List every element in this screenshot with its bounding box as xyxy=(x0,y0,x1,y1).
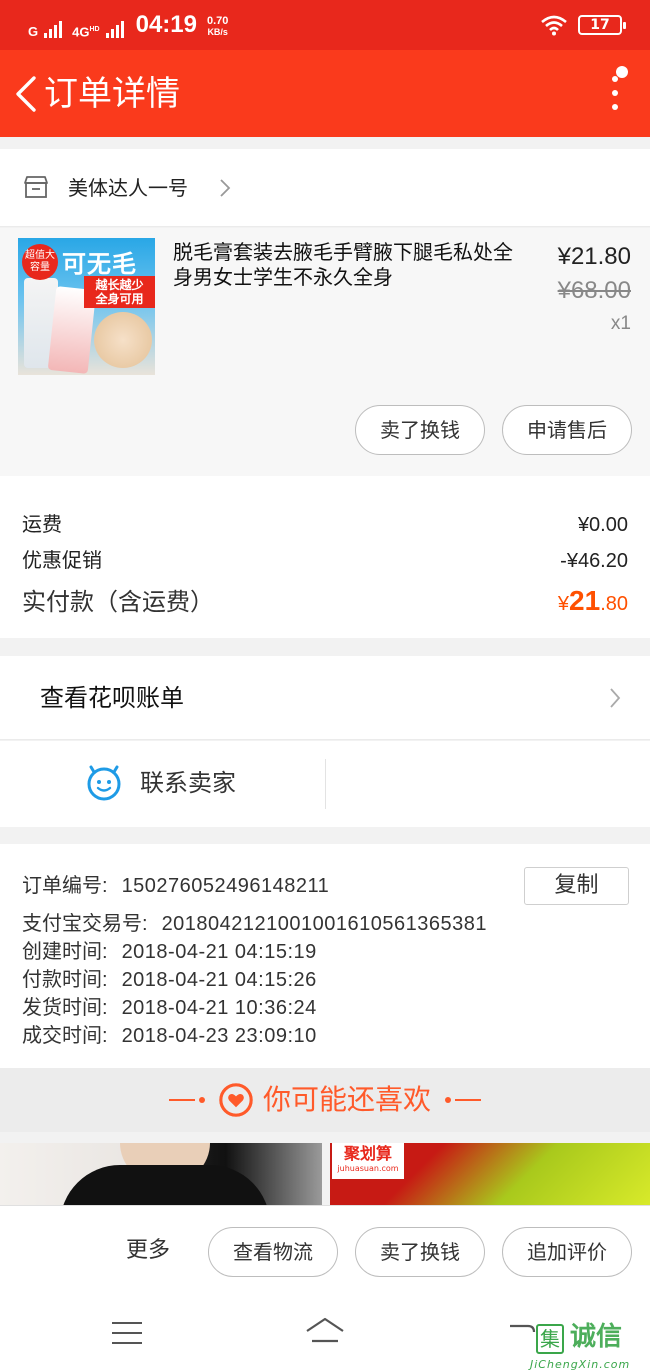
status-right: 17 xyxy=(540,14,626,36)
total-decimal: .80 xyxy=(600,593,628,615)
view-logistics-button[interactable]: 查看物流 xyxy=(208,1227,338,1277)
nav-bar: 订单详情 xyxy=(0,50,650,137)
juhuasuan-logo-text: 聚划算 xyxy=(343,1144,392,1163)
signal-1-label: G xyxy=(28,24,39,39)
shop-name[interactable]: 美体达人一号 xyxy=(68,175,188,201)
net-speed-unit: KB/s xyxy=(207,27,228,37)
discount-row: 优惠促销 -¥46.20 xyxy=(22,544,628,573)
recommend-header: 你可能还喜欢 xyxy=(0,1068,650,1132)
shipped-time-label: 发货时间: xyxy=(22,997,108,1019)
chevron-right-icon xyxy=(220,179,231,197)
alipay-trade-row: 支付宝交易号: 2018042121001001610561365381 xyxy=(22,910,487,938)
notification-dot xyxy=(616,66,628,78)
paid-time-value: 2018-04-21 04:15:26 xyxy=(121,969,317,991)
product-item: 超值大容量 可无毛 越长越少 全身可用 脱毛膏套装去腋毛手臂腋下腿毛私处全身男女… xyxy=(0,228,650,476)
order-number-label: 订单编号: xyxy=(22,875,108,897)
watermark-logo: 集 诚信 JiChengXin.com xyxy=(528,1318,650,1372)
product-original-price: ¥68.00 xyxy=(557,277,631,304)
more-options-icon[interactable] xyxy=(610,76,620,112)
signal-2-label: 4GHD xyxy=(72,23,99,38)
page-title: 订单详情 xyxy=(44,74,180,114)
discount-label: 优惠促销 xyxy=(22,548,102,572)
sell-for-cash-button[interactable]: 卖了换钱 xyxy=(355,405,485,455)
signal-2-label-text: 4G xyxy=(72,24,90,39)
copy-button[interactable]: 复制 xyxy=(524,867,629,905)
cost-summary: 运费 ¥0.00 优惠促销 -¥46.20 实付款（含运费） ¥21.80 xyxy=(0,476,650,638)
wifi-icon xyxy=(541,15,567,36)
signal-2-hd: HD xyxy=(89,25,100,33)
watermark-url: JiChengXin.com xyxy=(530,1358,631,1371)
home-icon[interactable] xyxy=(304,1316,346,1350)
menu-icon[interactable] xyxy=(112,1322,142,1344)
total-currency: ¥ xyxy=(557,593,570,615)
discount-value: -¥46.20 xyxy=(560,550,628,572)
shipped-time-value: 2018-04-21 10:36:24 xyxy=(121,997,317,1019)
product-price: ¥21.80 xyxy=(557,243,631,270)
model-shirt xyxy=(60,1165,270,1205)
deal-time-label: 成交时间: xyxy=(22,1025,108,1047)
created-time-row: 创建时间: 2018-04-21 04:15:19 xyxy=(22,938,317,966)
shipping-value: ¥0.00 xyxy=(577,514,628,536)
apply-after-sale-button[interactable]: 申请售后 xyxy=(502,405,632,455)
shipping-label: 运费 xyxy=(22,512,62,536)
recommend-title: 你可能还喜欢 xyxy=(262,1083,431,1116)
recommend-header-inner: 你可能还喜欢 xyxy=(0,1080,650,1120)
thumb-tag: 越长越少 全身可用 xyxy=(84,276,155,308)
contact-divider xyxy=(325,759,326,809)
thumb-skin xyxy=(94,312,152,368)
net-speed: 0.70 KB/s xyxy=(207,16,228,38)
signal-2-icon xyxy=(105,20,124,38)
recommend-item-image-1[interactable] xyxy=(0,1143,322,1205)
product-title[interactable]: 脱毛膏套装去腋毛手臂腋下腿毛私处全身男女士学生不永久全身 xyxy=(173,240,528,290)
status-left: G 4GHD 04:19 0.70 KB/s xyxy=(28,12,228,38)
alipay-trade-value: 2018042121001001610561365381 xyxy=(161,913,488,935)
juhuasuan-logo: 聚划算 juhuasuan.com xyxy=(332,1143,404,1179)
contact-seller-button[interactable]: 联系卖家 xyxy=(140,767,236,799)
created-time-value: 2018-04-21 04:15:19 xyxy=(121,941,317,963)
back-icon[interactable] xyxy=(10,72,46,116)
chevron-right-icon xyxy=(610,688,621,708)
heart-icon xyxy=(219,1083,253,1117)
net-speed-value: 0.70 xyxy=(206,15,229,27)
created-time-label: 创建时间: xyxy=(22,941,108,963)
right-decor-line xyxy=(445,1097,481,1103)
contact-row: 联系卖家 xyxy=(0,741,650,827)
left-decor-line xyxy=(168,1097,205,1103)
paid-time-label: 付款时间: xyxy=(22,969,108,991)
clock: 04:19 xyxy=(135,11,197,38)
huabei-bill-label[interactable]: 查看花呗账单 xyxy=(40,682,184,714)
recommend-item-image-2[interactable]: 聚划算 juhuasuan.com xyxy=(330,1143,650,1205)
order-number-value: 150276052496148211 xyxy=(121,875,330,897)
paid-time-row: 付款时间: 2018-04-21 04:15:26 xyxy=(22,966,317,994)
shop-row[interactable]: 美体达人一号 xyxy=(0,149,650,227)
deal-time-row: 成交时间: 2018-04-23 23:09:10 xyxy=(22,1022,317,1050)
huabei-bill-row[interactable]: 查看花呗账单 xyxy=(0,656,650,740)
thumb-headline: 可无毛 xyxy=(62,250,137,278)
shop-icon xyxy=(24,176,48,198)
more-button[interactable]: 更多 xyxy=(126,1236,170,1266)
watermark-text: 诚信 xyxy=(570,1322,623,1352)
juhuasuan-url: juhuasuan.com xyxy=(337,1164,399,1173)
add-review-button[interactable]: 追加评价 xyxy=(502,1227,632,1277)
total-value: ¥21.80 xyxy=(558,585,628,617)
shipped-time-row: 发货时间: 2018-04-21 10:36:24 xyxy=(22,994,317,1022)
alipay-trade-label: 支付宝交易号: xyxy=(22,913,148,935)
bottom-action-bar: 更多 查看物流 卖了换钱 追加评价 xyxy=(0,1205,650,1298)
order-info: 订单编号: 150276052496148211 复制 支付宝交易号: 201804… xyxy=(0,844,650,1068)
deal-time-value: 2018-04-23 23:09:10 xyxy=(121,1025,317,1047)
signal-1-icon xyxy=(44,20,63,38)
total-label: 实付款（含运费） xyxy=(22,588,214,616)
battery-icon: 17 xyxy=(578,15,626,35)
product-thumbnail[interactable]: 超值大容量 可无毛 越长越少 全身可用 xyxy=(18,238,155,375)
total-row: 实付款（含运费） ¥21.80 xyxy=(22,582,628,617)
thumb-badge: 超值大容量 xyxy=(22,244,58,280)
total-integer: 21 xyxy=(569,585,601,616)
sell-for-cash-bottom-button[interactable]: 卖了换钱 xyxy=(355,1227,485,1277)
shipping-row: 运费 ¥0.00 xyxy=(22,508,628,537)
watermark-box: 集 xyxy=(536,1324,564,1354)
product-quantity: x1 xyxy=(610,313,631,334)
status-bar: G 4GHD 04:19 0.70 KB/s 17 xyxy=(0,0,650,50)
order-number-row: 订单编号: 150276052496148211 xyxy=(22,872,329,900)
chat-bubble-icon[interactable] xyxy=(86,765,122,801)
